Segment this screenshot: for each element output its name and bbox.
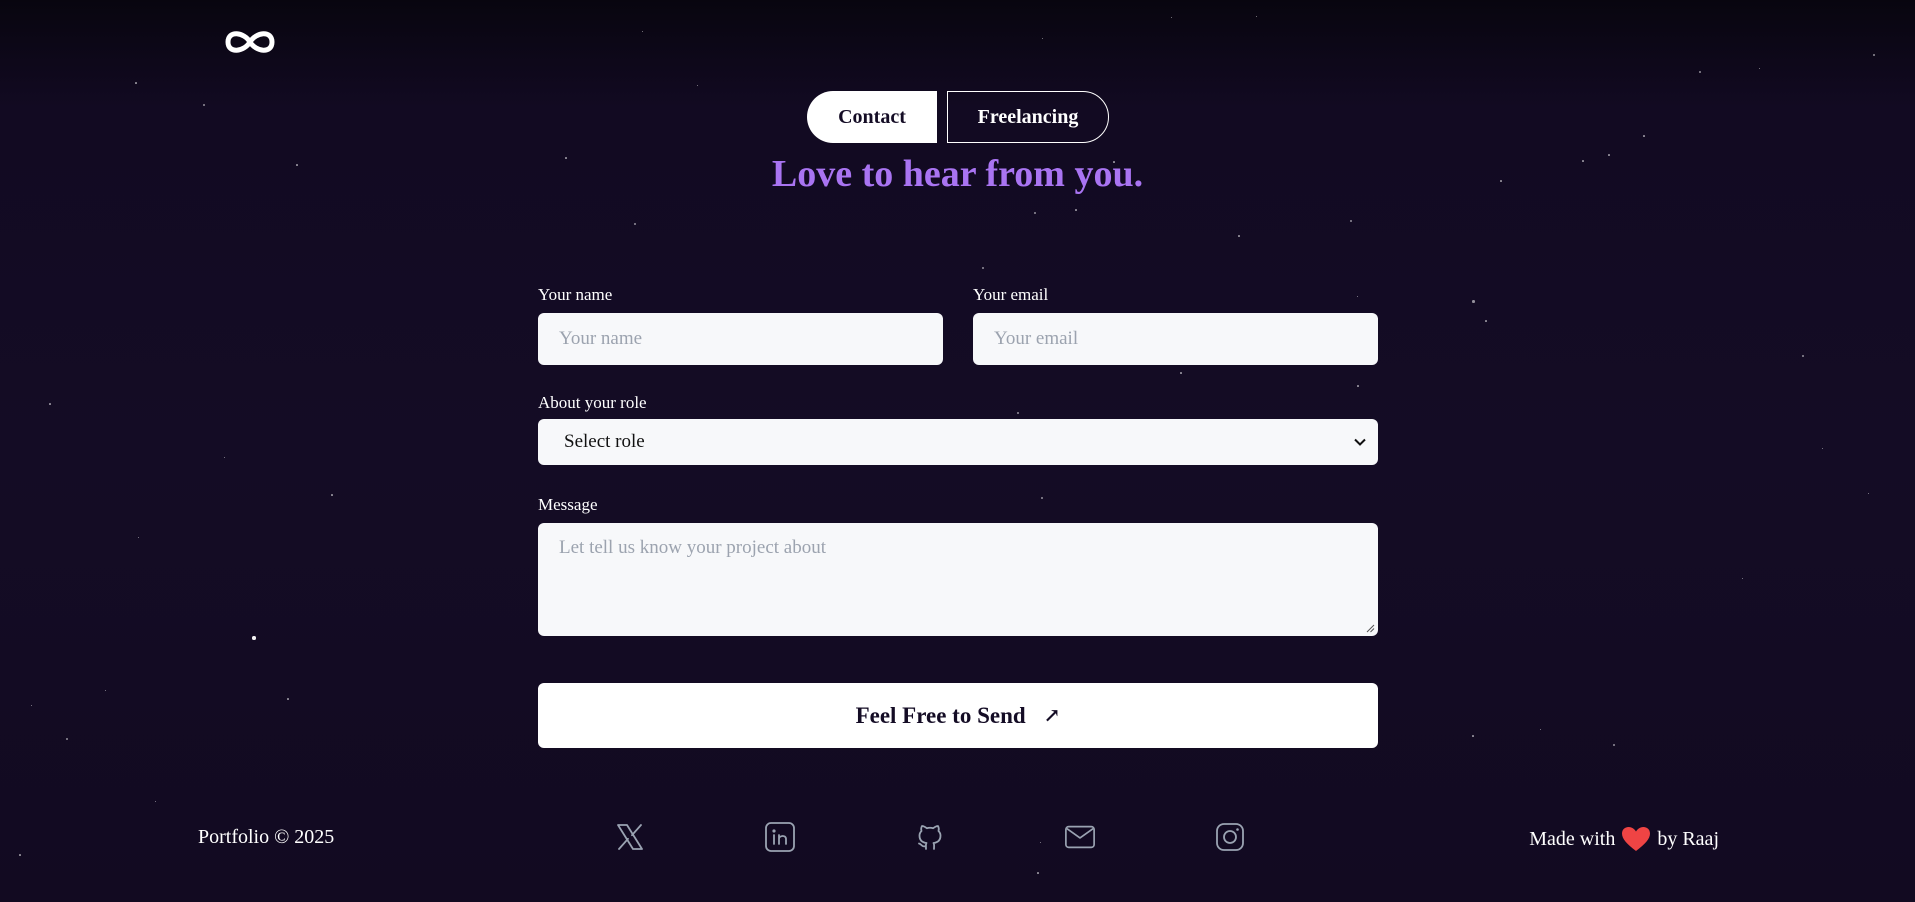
message-label: Message [538,495,598,514]
email-input[interactable]: Your email [973,313,1378,365]
star [1472,300,1475,303]
star [1868,493,1869,494]
star [105,690,106,691]
x-icon[interactable] [614,820,646,854]
star [1171,17,1172,18]
star [634,223,636,225]
star [1699,71,1701,73]
star [31,705,32,706]
email-label: Your email [973,285,1049,304]
made-with-credit: Made with by Raaj [1529,826,1719,852]
name-input[interactable]: Your name [538,313,943,365]
linkedin-icon[interactable] [764,820,796,854]
page-title: Love to hear from you. [771,153,1144,195]
star [252,636,256,640]
mail-icon[interactable] [1064,820,1096,854]
star [1873,54,1875,56]
tab-contact[interactable]: Contact [807,91,937,143]
social-links [614,820,1246,854]
star [1238,235,1240,237]
message-placeholder: Let tell us know your project about [559,537,826,558]
star [1613,744,1615,746]
send-button-label: Feel Free to Send [855,702,1026,728]
name-placeholder: Your name [559,328,643,349]
star [1034,212,1036,214]
star [331,494,333,496]
role-label: About your role [538,393,647,412]
star [1759,68,1760,69]
star [1742,578,1743,579]
star [155,801,156,802]
contact-form: Your name Your name Your email Your emai… [538,285,1378,636]
star [1037,872,1039,874]
star [1075,209,1077,211]
infinity-icon[interactable] [222,24,278,60]
copyright-text: Portfolio © 2025 [198,826,335,848]
star [19,854,21,856]
name-label: Your name [538,285,613,304]
star [1643,135,1645,137]
star [224,457,225,458]
star [135,82,137,84]
star [138,537,139,538]
chevron-down-icon [1354,438,1366,446]
star [1472,735,1474,737]
star [1822,448,1823,449]
heart-icon [1622,827,1651,851]
star [982,267,984,269]
star [66,738,68,740]
made-with-text: Made with [1529,827,1616,850]
star [1042,38,1043,39]
star [287,698,289,700]
star [203,104,205,106]
star [49,403,51,405]
star [1350,220,1352,222]
star [697,85,698,86]
arrow-up-right-icon: ↗ [1043,705,1061,727]
star [1485,320,1487,322]
email-placeholder: Your email [994,328,1079,349]
resize-grip-icon[interactable] [1365,623,1375,633]
tab-group: Contact Freelancing [807,91,1109,143]
author-text: by Raaj [1657,827,1719,850]
role-selected-value: Select role [564,431,645,452]
instagram-icon[interactable] [1214,820,1246,854]
role-select[interactable]: Select role [538,419,1378,465]
send-button[interactable]: Feel Free to Send ↗ [538,683,1378,748]
github-icon[interactable] [914,820,946,854]
tab-freelancing[interactable]: Freelancing [947,91,1109,143]
star [1540,729,1541,730]
message-textarea[interactable]: Let tell us know your project about [538,523,1378,636]
star [1256,16,1257,17]
star [642,31,643,32]
star [1802,355,1804,357]
